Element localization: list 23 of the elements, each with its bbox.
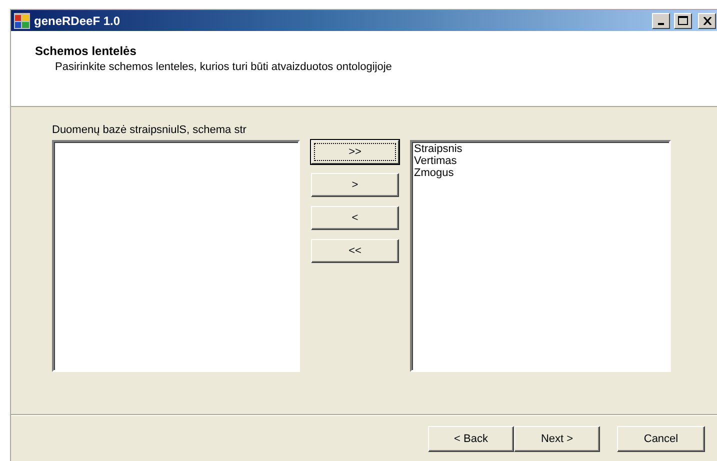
minimize-icon	[658, 22, 664, 24]
move-button[interactable]: >	[311, 173, 399, 197]
app-icon	[14, 12, 30, 28]
list-item[interactable]: Vertimas	[414, 155, 667, 167]
page-title: Schemos lentelės	[35, 44, 138, 58]
list-item[interactable]: Straipsnis	[414, 143, 667, 155]
window-title: geneRDeeF 1.0	[34, 14, 122, 28]
close-button[interactable]	[698, 12, 716, 28]
list-item[interactable]: Zmogus	[414, 167, 667, 179]
selected-tables-list[interactable]: Straipsnis Vertimas Zmogus	[410, 140, 671, 372]
cancel-button[interactable]: Cancel	[617, 426, 705, 452]
move-button[interactable]: >>	[311, 140, 399, 164]
maximize-button[interactable]	[674, 12, 692, 28]
maximize-icon	[678, 16, 688, 25]
available-tables-list[interactable]	[52, 140, 300, 372]
move-button[interactable]: <	[311, 206, 399, 230]
next-button[interactable]: Next >	[514, 426, 600, 452]
close-icon	[702, 16, 712, 24]
back-button[interactable]: < Back	[428, 426, 514, 452]
move-button[interactable]: <<	[311, 239, 399, 263]
minimize-button[interactable]	[652, 12, 670, 28]
page-subtitle: Pasirinkite schemos lenteles, kurios turi būti atvaizduotos ontologijoje	[55, 61, 393, 73]
source-label: Duomenų bazė straipsniulS, schema str	[52, 124, 248, 136]
